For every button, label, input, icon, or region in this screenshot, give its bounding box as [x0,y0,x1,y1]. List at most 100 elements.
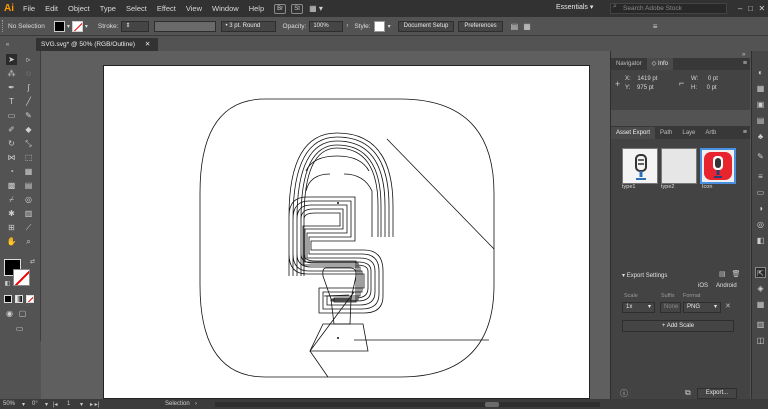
mesh-tool-icon[interactable]: ▩ [6,180,17,191]
draw-inside-icon[interactable]: ▢ [17,308,28,319]
add-scale-button[interactable]: + Add Scale [622,320,734,332]
asset-thumbnail-type2[interactable] [661,148,697,184]
zoom-tool-icon[interactable]: ⌕ [23,236,34,247]
scrollbar-thumb[interactable] [485,402,499,407]
export-settings-header[interactable]: ▾ Export Settings [622,272,667,279]
menu-type[interactable]: Type [95,0,121,17]
asset-thumbnail-icon[interactable] [700,148,736,184]
column-graph-tool-icon[interactable]: ▥ [23,208,34,219]
align-icon[interactable]: ▤ [511,22,519,31]
tab-info[interactable]: ◇ Info [646,58,673,70]
variable-width-field[interactable] [154,20,217,32]
symbols-icon[interactable]: ♣ [755,131,766,142]
document-setup-button[interactable]: Document Setup [397,20,455,32]
menu-object[interactable]: Object [63,0,95,17]
tab-layers[interactable]: Laye [677,127,701,139]
stroke-panel-icon[interactable]: ≡ [755,171,766,182]
default-colors-icon[interactable]: ◧ [2,279,13,290]
type-tool-icon[interactable]: T [6,96,17,107]
tab-pathfinder[interactable]: Path [655,127,678,139]
artboard-first-icon[interactable]: |◂ [53,401,58,408]
pen-tool-icon[interactable]: ✒ [6,82,17,93]
brush-definition-field[interactable]: • 3 pt. Round [221,20,277,32]
close-icon[interactable]: ✕ [758,4,765,13]
slice-tool-icon[interactable]: ⟋ [23,222,34,233]
chevron-down-icon[interactable]: ▾ [22,401,25,408]
rotation-field[interactable]: 0° [32,401,38,407]
hand-tool-icon[interactable]: ✋ [6,236,17,247]
selection-tool-icon[interactable]: ➤ [6,54,17,65]
scale-select[interactable]: 1x ▾ [622,302,655,313]
transparency-icon[interactable]: ◑ [755,203,766,214]
preferences-button[interactable]: Preferences [458,20,503,32]
blend-tool-icon[interactable]: ◎ [23,194,34,205]
screen-mode-icon[interactable]: ▭ [14,323,25,334]
rectangle-tool-icon[interactable]: ▭ [6,110,17,121]
transform-icon[interactable]: ▦ [523,22,531,31]
export-button[interactable]: Export... [697,388,737,399]
horizontal-scrollbar[interactable] [215,402,600,407]
menu-help[interactable]: Help [244,0,269,17]
format-select[interactable]: PNG ▾ [683,302,721,313]
panel-menu-icon[interactable]: ≡ [743,126,747,139]
close-tab-icon[interactable]: ✕ [145,41,150,48]
none-mode-swatch[interactable] [26,295,34,303]
artboards-icon[interactable]: ▦ [755,299,766,310]
chevron-down-icon[interactable]: ▾ [388,23,391,30]
shape-builder-tool-icon[interactable]: ◔ [6,166,17,177]
menu-icon[interactable]: ≡ [653,22,658,31]
tab-asset-export[interactable]: Asset Export [611,127,656,139]
share-icon[interactable]: ▤ [719,271,726,278]
layers-icon[interactable]: ◈ [755,283,766,294]
workspace-switcher[interactable]: Essentials ▾ [556,3,593,11]
scale-tool-icon[interactable]: ⤡ [23,138,34,149]
chevron-down-icon[interactable]: ▾ [85,23,88,30]
menu-file[interactable]: File [18,0,40,17]
chevron-down-icon[interactable]: ▾ [67,23,70,30]
paintbrush-tool-icon[interactable]: ✎ [23,110,34,121]
pathfinder-icon[interactable]: ◫ [755,335,766,346]
bridge-button[interactable]: Br [274,3,287,14]
arrange-docs-icon[interactable]: ▦ ▾ [309,4,323,13]
asset-export-icon[interactable]: ⇱ [755,267,766,278]
artboard-next-icon[interactable]: ▸ ▸| [90,401,99,408]
color-guide-icon[interactable]: ▦ [755,83,766,94]
color-mode-swatch[interactable] [4,295,12,303]
perspective-grid-tool-icon[interactable]: ▦ [23,166,34,177]
icon-artwork-outline[interactable] [104,66,591,400]
draw-mode-icon[interactable]: ◉ [4,308,15,319]
ios-button[interactable]: iOS [698,283,708,289]
gradient-tool-icon[interactable]: ▤ [23,180,34,191]
artboard-number[interactable]: 1 [67,401,70,407]
gradient-panel-icon[interactable]: ▭ [755,187,766,198]
shaper-tool-icon[interactable]: ✐ [6,124,17,135]
style-swatch[interactable] [373,20,385,32]
artboard[interactable] [103,65,590,399]
stock-button[interactable]: St [291,3,304,14]
color-panel-icon[interactable]: ◐ [755,67,766,78]
swatches-icon[interactable]: ▤ [755,115,766,126]
collapse-icon[interactable]: « [2,40,13,51]
tab-navigator[interactable]: Navigator [611,58,647,70]
align-panel-icon[interactable]: ▥ [755,319,766,330]
menu-edit[interactable]: Edit [40,0,63,17]
direct-selection-tool-icon[interactable]: ▹ [23,54,34,65]
panel-menu-icon[interactable]: ≡ [743,58,747,70]
free-transform-tool-icon[interactable]: ⬚ [23,152,34,163]
magic-wand-tool-icon[interactable]: ⁂ [6,68,17,79]
gradient-mode-swatch[interactable] [15,295,23,303]
suffix-input[interactable]: None [660,302,681,313]
search-stock-input[interactable]: Search Adobe Stock [610,3,727,14]
document-tab[interactable]: SVG.svg* @ 50% (RGB/Outline) ✕ [36,38,158,51]
menu-effect[interactable]: Effect [152,0,181,17]
eraser-tool-icon[interactable]: ◆ [23,124,34,135]
chevron-down-icon[interactable]: ▾ [80,401,83,408]
libraries-icon[interactable]: ▣ [755,99,766,110]
maximize-icon[interactable]: □ [748,4,753,13]
width-tool-icon[interactable]: ⋈ [6,152,17,163]
android-button[interactable]: Android [716,283,737,289]
menu-select[interactable]: Select [121,0,152,17]
graphic-styles-icon[interactable]: ◧ [755,235,766,246]
artboard-tool-icon[interactable]: ⊞ [6,222,17,233]
rotate-tool-icon[interactable]: ↻ [6,138,17,149]
